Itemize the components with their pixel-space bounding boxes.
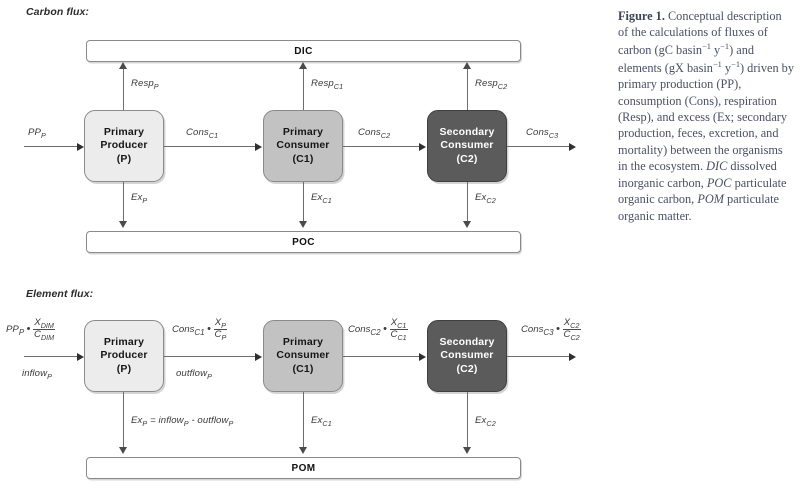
- org-line-2: Consumer: [276, 139, 330, 152]
- org-line-1: Primary: [103, 125, 145, 138]
- flux-label-resp-c2: RespC2: [475, 78, 508, 91]
- org-box-primary-consumer-carbon: Primary Consumer (C1): [263, 110, 343, 182]
- ex-c1-arrowhead: [299, 221, 307, 228]
- flux-expr-pp-element: PPP • XDIM CDIM: [6, 317, 56, 343]
- flux-label-element-ex-c1: ExC1: [311, 415, 332, 428]
- caption-label: Figure 1.: [618, 9, 665, 23]
- ex-c2-arrowhead: [463, 221, 471, 228]
- element-cons-c1-arrowhead: [255, 352, 262, 361]
- flux-label-ex-c1: ExC1: [311, 192, 332, 205]
- resp-c2-line: [467, 68, 469, 110]
- pool-bar-pom: POM: [86, 457, 521, 479]
- flux-expr-cons-c3-element: ConsC3 • XC2 CC2: [521, 317, 581, 343]
- org-line-3: (P): [116, 152, 132, 165]
- flux-label-cons-c3: ConsC3: [526, 127, 559, 140]
- flux-expr-cons-c1-element: ConsC1 • XP CP: [172, 317, 228, 343]
- flux-label-resp-c1: RespC1: [311, 78, 344, 91]
- caption-sup-4: −1: [731, 59, 741, 69]
- org-line-1: Primary: [282, 335, 324, 348]
- element-cons-c3-arrowhead: [569, 352, 576, 361]
- caption-sup-1: −1: [702, 41, 711, 51]
- pp-input-arrowhead: [77, 142, 84, 151]
- org-line-1: Primary: [103, 335, 145, 348]
- element-ex-c2-line: [467, 392, 469, 448]
- flux-expr-cons-c2-element: ConsC2 • XC1 CC1: [348, 317, 408, 343]
- caption-text-5: ) driven by primary production (PP), con…: [618, 60, 794, 174]
- ex-c2-line: [467, 182, 469, 222]
- pool-label-pom: POM: [291, 462, 316, 474]
- org-line-3: (C1): [292, 362, 314, 375]
- org-line-3: (C2): [456, 152, 478, 165]
- org-line-1: Primary: [282, 125, 324, 138]
- caption-italic-pom: POM: [697, 192, 724, 207]
- org-box-secondary-consumer-carbon: Secondary Consumer (C2): [427, 110, 507, 182]
- flux-label-ex-p: ExP: [131, 192, 148, 205]
- flux-label-resp-p: RespP: [131, 78, 159, 91]
- element-pp-input-arrowhead: [77, 352, 84, 361]
- pool-label-poc: POC: [292, 236, 315, 248]
- diagram-area: Carbon flux: DIC RespP RespC1 RespC2 PPP…: [0, 0, 600, 502]
- caption-sup-2: −1: [720, 41, 730, 51]
- resp-p-arrowhead: [119, 62, 127, 69]
- element-cons-c3-line: [507, 356, 570, 358]
- cons-c3-line: [507, 146, 570, 148]
- org-line-2: Consumer: [440, 139, 494, 152]
- cons-c1-arrowhead: [255, 142, 262, 151]
- cons-c2-line: [343, 146, 420, 148]
- flux-label-element-ex-c2: ExC2: [475, 415, 496, 428]
- flux-label-inflow-p: inflowP: [22, 368, 53, 381]
- pool-label-dic: DIC: [294, 45, 313, 57]
- org-line-1: Secondary: [439, 125, 495, 138]
- element-ex-c1-arrowhead: [299, 447, 307, 454]
- pp-input-line: [24, 146, 78, 148]
- element-ex-p-arrowhead: [119, 447, 127, 454]
- element-ex-c2-arrowhead: [463, 447, 471, 454]
- ex-p-arrowhead: [119, 221, 127, 228]
- carbon-flux-heading: Carbon flux:: [26, 6, 90, 18]
- org-box-primary-producer-element: Primary Producer (P): [84, 320, 164, 392]
- figure-1-root: Carbon flux: DIC RespP RespC1 RespC2 PPP…: [0, 0, 800, 502]
- flux-label-ex-c2: ExC2: [475, 192, 496, 205]
- org-line-3: (C1): [292, 152, 314, 165]
- pool-bar-poc: POC: [86, 231, 521, 253]
- resp-c2-arrowhead: [463, 62, 471, 69]
- org-box-primary-producer-carbon: Primary Producer (P): [84, 110, 164, 182]
- ex-c1-line: [303, 182, 305, 222]
- cons-c3-arrowhead: [569, 142, 576, 151]
- flux-label-cons-c2: ConsC2: [358, 127, 391, 140]
- element-cons-c1-line: [164, 356, 256, 358]
- pool-bar-dic: DIC: [86, 40, 521, 62]
- flux-label-pp-p: PPP: [28, 127, 46, 140]
- org-line-1: Secondary: [439, 335, 495, 348]
- flux-label-ex-p-equation: ExP = inflowP - outflowP: [131, 415, 234, 428]
- figure-caption: Figure 1. Conceptual description of the …: [618, 8, 794, 224]
- resp-c1-arrowhead: [299, 62, 307, 69]
- org-line-2: Consumer: [276, 349, 330, 362]
- org-box-secondary-consumer-element: Secondary Consumer (C2): [427, 320, 507, 392]
- caption-italic-poc: POC: [706, 175, 732, 190]
- cons-c1-line: [164, 146, 256, 148]
- caption-text-2: y: [710, 43, 721, 58]
- caption-text-4: y: [721, 60, 732, 75]
- org-line-2: Producer: [100, 139, 148, 152]
- caption-sup-3: −1: [712, 59, 722, 69]
- caption-italic-dic: DIC: [706, 159, 728, 174]
- ex-p-line: [123, 182, 125, 222]
- org-line-2: Consumer: [440, 349, 494, 362]
- element-cons-c2-arrowhead: [419, 352, 426, 361]
- org-line-3: (C2): [456, 362, 478, 375]
- resp-p-line: [123, 68, 125, 110]
- element-cons-c2-line: [343, 356, 420, 358]
- flux-label-outflow-p: outflowP: [176, 368, 213, 381]
- org-line-2: Producer: [100, 349, 148, 362]
- resp-c1-line: [303, 68, 305, 110]
- element-ex-p-line: [123, 392, 125, 448]
- org-line-3: (P): [116, 362, 132, 375]
- element-pp-input-line: [24, 356, 78, 358]
- element-flux-heading: Element flux:: [26, 288, 94, 300]
- element-ex-c1-line: [303, 392, 305, 448]
- org-box-primary-consumer-element: Primary Consumer (C1): [263, 320, 343, 392]
- cons-c2-arrowhead: [419, 142, 426, 151]
- flux-label-cons-c1: ConsC1: [186, 127, 219, 140]
